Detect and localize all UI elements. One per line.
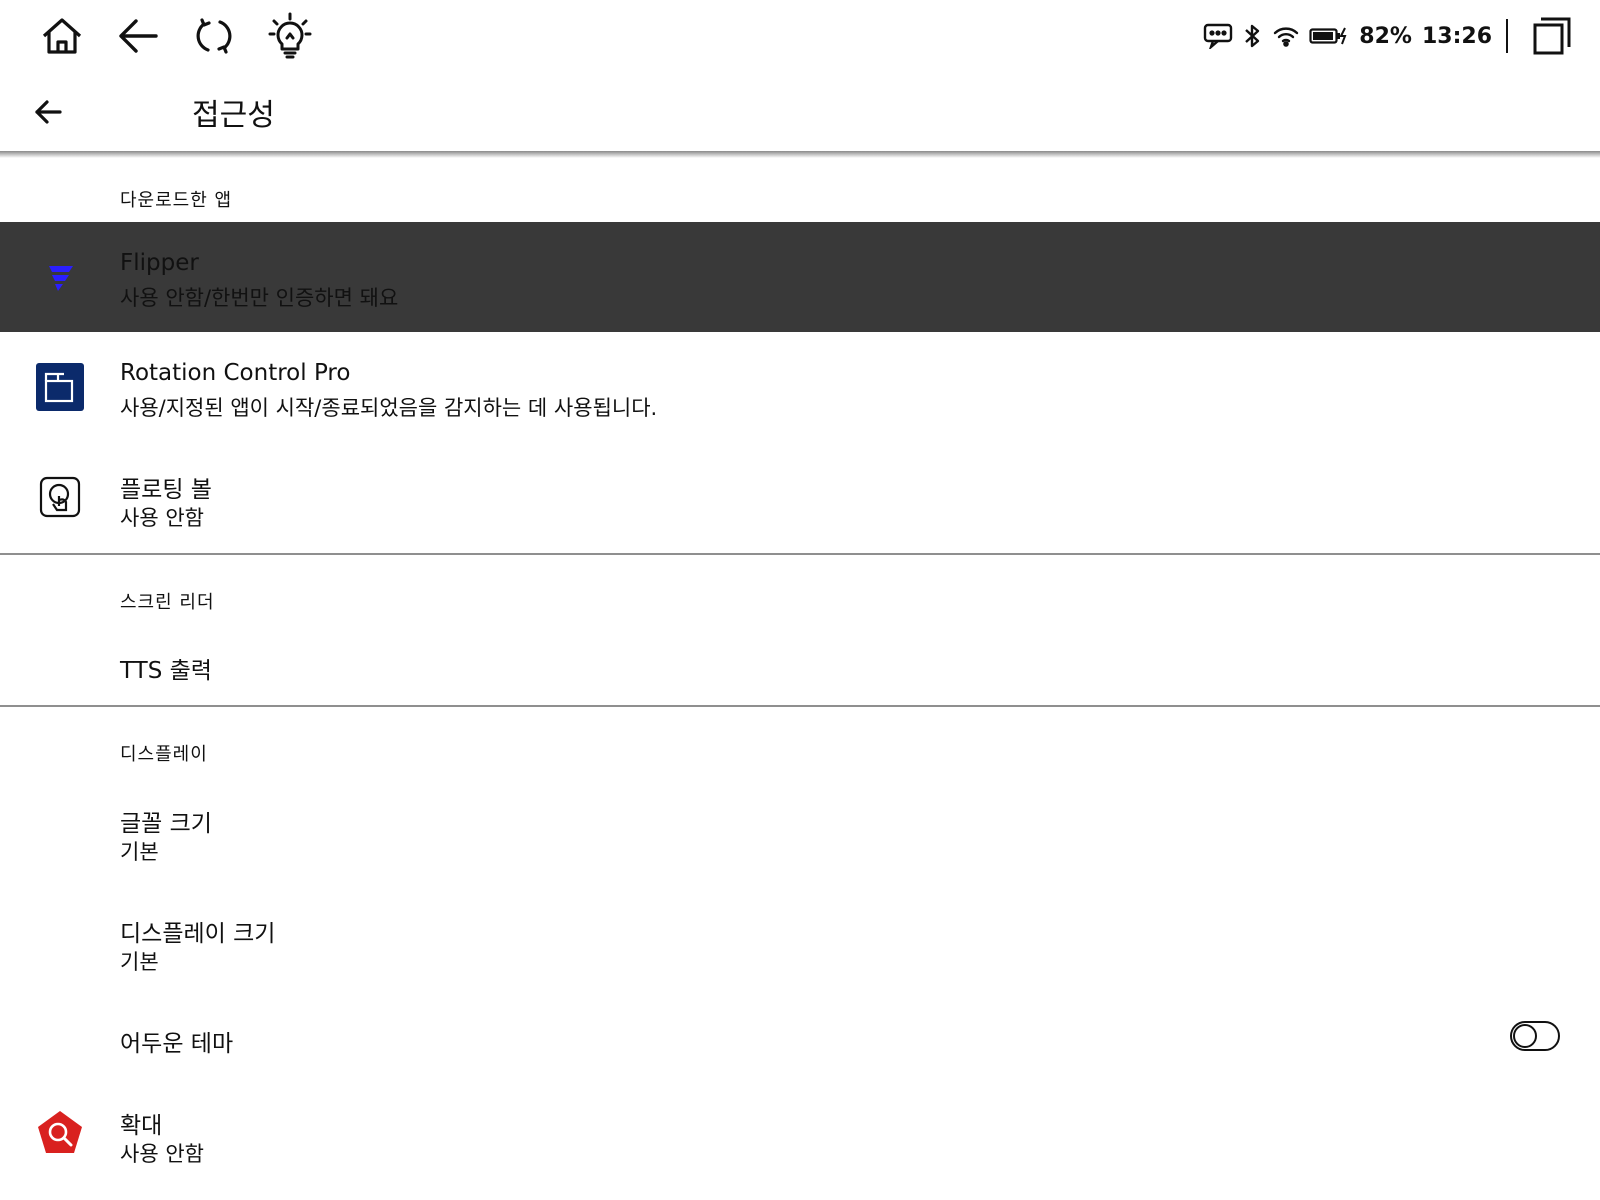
rotation-control-app-icon xyxy=(35,362,85,412)
recent-apps-icon[interactable] xyxy=(1532,16,1572,56)
item-subtitle: 사용 안함 xyxy=(120,1142,204,1166)
navigate-up-button[interactable] xyxy=(22,86,74,138)
section-header-downloaded: 다운로드한 앱 xyxy=(120,190,233,211)
toolbar-shadow xyxy=(0,151,1600,158)
section-header-display: 디스플레이 xyxy=(120,744,208,765)
battery-charging-icon xyxy=(1309,26,1349,46)
list-item-floating-ball[interactable]: 플로팅 볼 사용 안함 xyxy=(0,442,1600,552)
list-item-tts-output[interactable]: TTS 출력 xyxy=(0,625,1600,705)
battery-percent: 82% xyxy=(1359,23,1412,49)
floating-ball-app-icon xyxy=(35,472,85,522)
list-item-rotation-control-pro[interactable]: Rotation Control Pro 사용/지정된 앱이 시작/종료되었음을… xyxy=(0,332,1600,442)
item-title: 디스플레이 크기 xyxy=(120,921,276,947)
arrow-left-icon xyxy=(35,100,62,124)
magnification-app-icon xyxy=(35,1108,85,1158)
toggle-knob xyxy=(1513,1024,1537,1048)
item-title: TTS 출력 xyxy=(120,658,212,684)
item-title: 어두운 테마 xyxy=(120,1031,234,1057)
item-title: 확대 xyxy=(120,1113,163,1139)
wifi-icon xyxy=(1273,25,1299,47)
clock: 13:26 xyxy=(1421,23,1492,49)
page-title: 접근성 xyxy=(192,98,275,133)
home-icon[interactable] xyxy=(36,10,88,62)
item-subtitle: 사용/지정된 앱이 시작/종료되었음을 감지하는 데 사용됩니다. xyxy=(120,396,658,420)
list-item-flipper[interactable]: Flipper 사용 안함/한번만 인증하면 돼요 xyxy=(0,222,1600,332)
section-header-screen-reader: 스크린 리더 xyxy=(120,592,215,613)
list-item-magnification[interactable]: 확대 사용 안함 xyxy=(0,1078,1600,1188)
item-title: 플로팅 볼 xyxy=(120,477,212,503)
section-divider xyxy=(0,553,1600,555)
item-title: Flipper xyxy=(120,250,199,276)
toolbar: 접근성 xyxy=(0,72,1600,152)
item-subtitle: 기본 xyxy=(120,840,159,864)
back-arrow-icon[interactable] xyxy=(112,10,164,62)
bluetooth-icon xyxy=(1243,23,1263,49)
dark-theme-toggle[interactable] xyxy=(1510,1021,1560,1051)
status-indicators: 82% 13:26 xyxy=(1203,10,1572,62)
item-subtitle: 기본 xyxy=(120,950,159,974)
refresh-icon[interactable] xyxy=(188,10,240,62)
list-item-display-size[interactable]: 디스플레이 크기 기본 xyxy=(0,886,1600,996)
item-subtitle: 사용 안함/한번만 인증하면 돼요 xyxy=(120,286,399,310)
status-bar: 82% 13:26 xyxy=(0,0,1600,72)
status-divider xyxy=(1506,19,1508,53)
item-title: 글꼴 크기 xyxy=(120,811,212,837)
flipper-app-icon xyxy=(35,252,85,302)
item-title: Rotation Control Pro xyxy=(120,360,351,386)
lightbulb-icon[interactable] xyxy=(264,10,316,62)
message-icon xyxy=(1203,23,1233,49)
list-item-dark-theme[interactable]: 어두운 테마 xyxy=(0,996,1600,1076)
list-item-font-size[interactable]: 글꼴 크기 기본 xyxy=(0,776,1600,886)
item-subtitle: 사용 안함 xyxy=(120,506,204,530)
section-divider xyxy=(0,705,1600,707)
